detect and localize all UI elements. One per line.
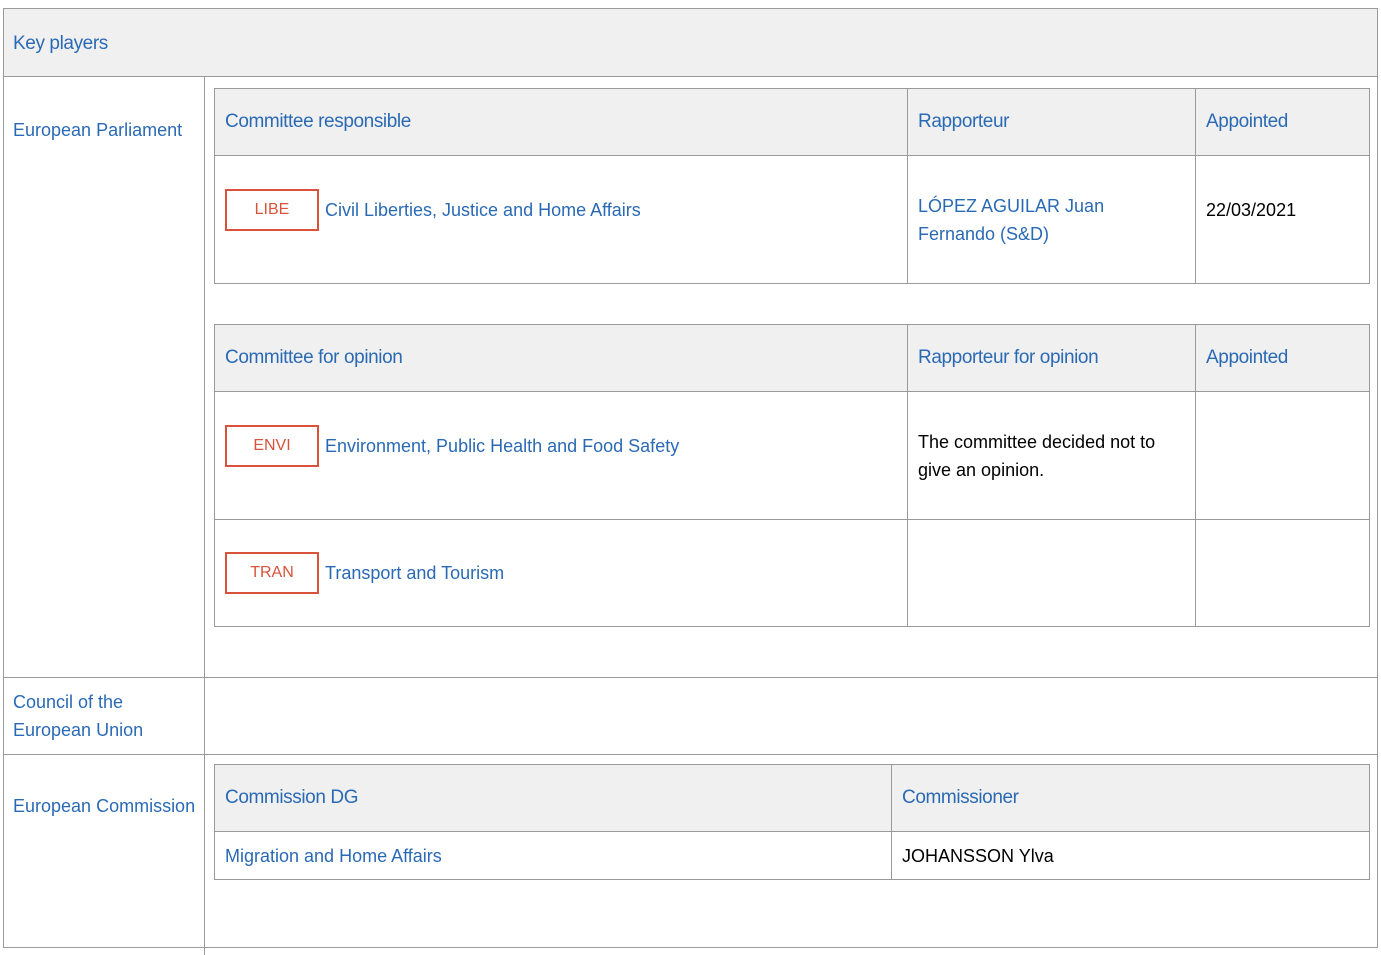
commission-dg-header[interactable]: Commission DG bbox=[214, 764, 892, 832]
committee-cell: ENVI Environment, Public Health and Food… bbox=[214, 391, 908, 520]
key-players-header: Key players bbox=[4, 9, 1377, 77]
rapporteur-link[interactable]: LÓPEZ AGUILAR Juan Fernando (S&D) bbox=[918, 196, 1104, 244]
committee-name-link[interactable]: Transport and Tourism bbox=[325, 559, 504, 587]
dg-link[interactable]: Migration and Home Affairs bbox=[225, 846, 442, 866]
committee-name-link[interactable]: Environment, Public Health and Food Safe… bbox=[325, 432, 679, 460]
committee-name-link[interactable]: Civil Liberties, Justice and Home Affair… bbox=[325, 196, 641, 224]
rapporteur-header[interactable]: Rapporteur bbox=[907, 88, 1196, 156]
table-row: Migration and Home Affairs JOHANSSON Ylv… bbox=[214, 831, 1370, 880]
appointed-cell bbox=[1195, 391, 1370, 520]
rapporteur-cell: The committee decided not to give an opi… bbox=[907, 391, 1196, 520]
european-commission-link[interactable]: European Commission bbox=[13, 792, 198, 820]
table-header-row: Committee responsible Rapporteur Appoint… bbox=[214, 88, 1370, 156]
committee-responsible-header[interactable]: Committee responsible bbox=[214, 88, 908, 156]
commission-table: Commission DG Commissioner Migration and… bbox=[214, 764, 1370, 880]
column-divider bbox=[204, 755, 205, 955]
committee-opinion-table: Committee for opinion Rapporteur for opi… bbox=[214, 324, 1370, 627]
commissioner-header[interactable]: Commissioner bbox=[891, 764, 1370, 832]
key-players-panel: Key players European Parliament Committe… bbox=[3, 8, 1378, 955]
column-divider bbox=[204, 678, 205, 754]
key-players-title[interactable]: Key players bbox=[13, 33, 108, 55]
row-divider bbox=[4, 677, 1377, 678]
appointed-cell bbox=[1195, 519, 1370, 627]
commissioner-cell: JOHANSSON Ylva bbox=[891, 831, 1370, 880]
committee-code-badge[interactable]: LIBE bbox=[225, 188, 319, 231]
european-parliament-link[interactable]: European Parliament bbox=[13, 116, 198, 144]
table-row: LIBE Civil Liberties, Justice and Home A… bbox=[214, 155, 1370, 284]
rapporteur-cell: LÓPEZ AGUILAR Juan Fernando (S&D) bbox=[907, 155, 1196, 284]
dg-cell: Migration and Home Affairs bbox=[214, 831, 892, 880]
committee-code-badge[interactable]: ENVI bbox=[225, 424, 319, 467]
table-row: ENVI Environment, Public Health and Food… bbox=[214, 391, 1370, 520]
committee-cell: TRAN Transport and Tourism bbox=[214, 519, 908, 627]
appointed-header[interactable]: Appointed bbox=[1195, 324, 1370, 392]
rapporteur-cell bbox=[907, 519, 1196, 627]
table-row: TRAN Transport and Tourism bbox=[214, 519, 1370, 627]
committee-opinion-header[interactable]: Committee for opinion bbox=[214, 324, 908, 392]
committee-code-badge[interactable]: TRAN bbox=[225, 552, 319, 594]
committee-cell: LIBE Civil Liberties, Justice and Home A… bbox=[214, 155, 908, 284]
appointed-header[interactable]: Appointed bbox=[1195, 88, 1370, 156]
committee-responsible-table: Committee responsible Rapporteur Appoint… bbox=[214, 88, 1370, 284]
table-header-row: Committee for opinion Rapporteur for opi… bbox=[214, 324, 1370, 392]
column-divider bbox=[204, 77, 205, 677]
rapporteur-opinion-header[interactable]: Rapporteur for opinion bbox=[907, 324, 1196, 392]
appointed-cell: 22/03/2021 bbox=[1195, 155, 1370, 284]
table-header-row: Commission DG Commissioner bbox=[214, 764, 1370, 832]
row-divider bbox=[4, 754, 1377, 755]
council-link[interactable]: Council of the European Union bbox=[13, 688, 198, 744]
